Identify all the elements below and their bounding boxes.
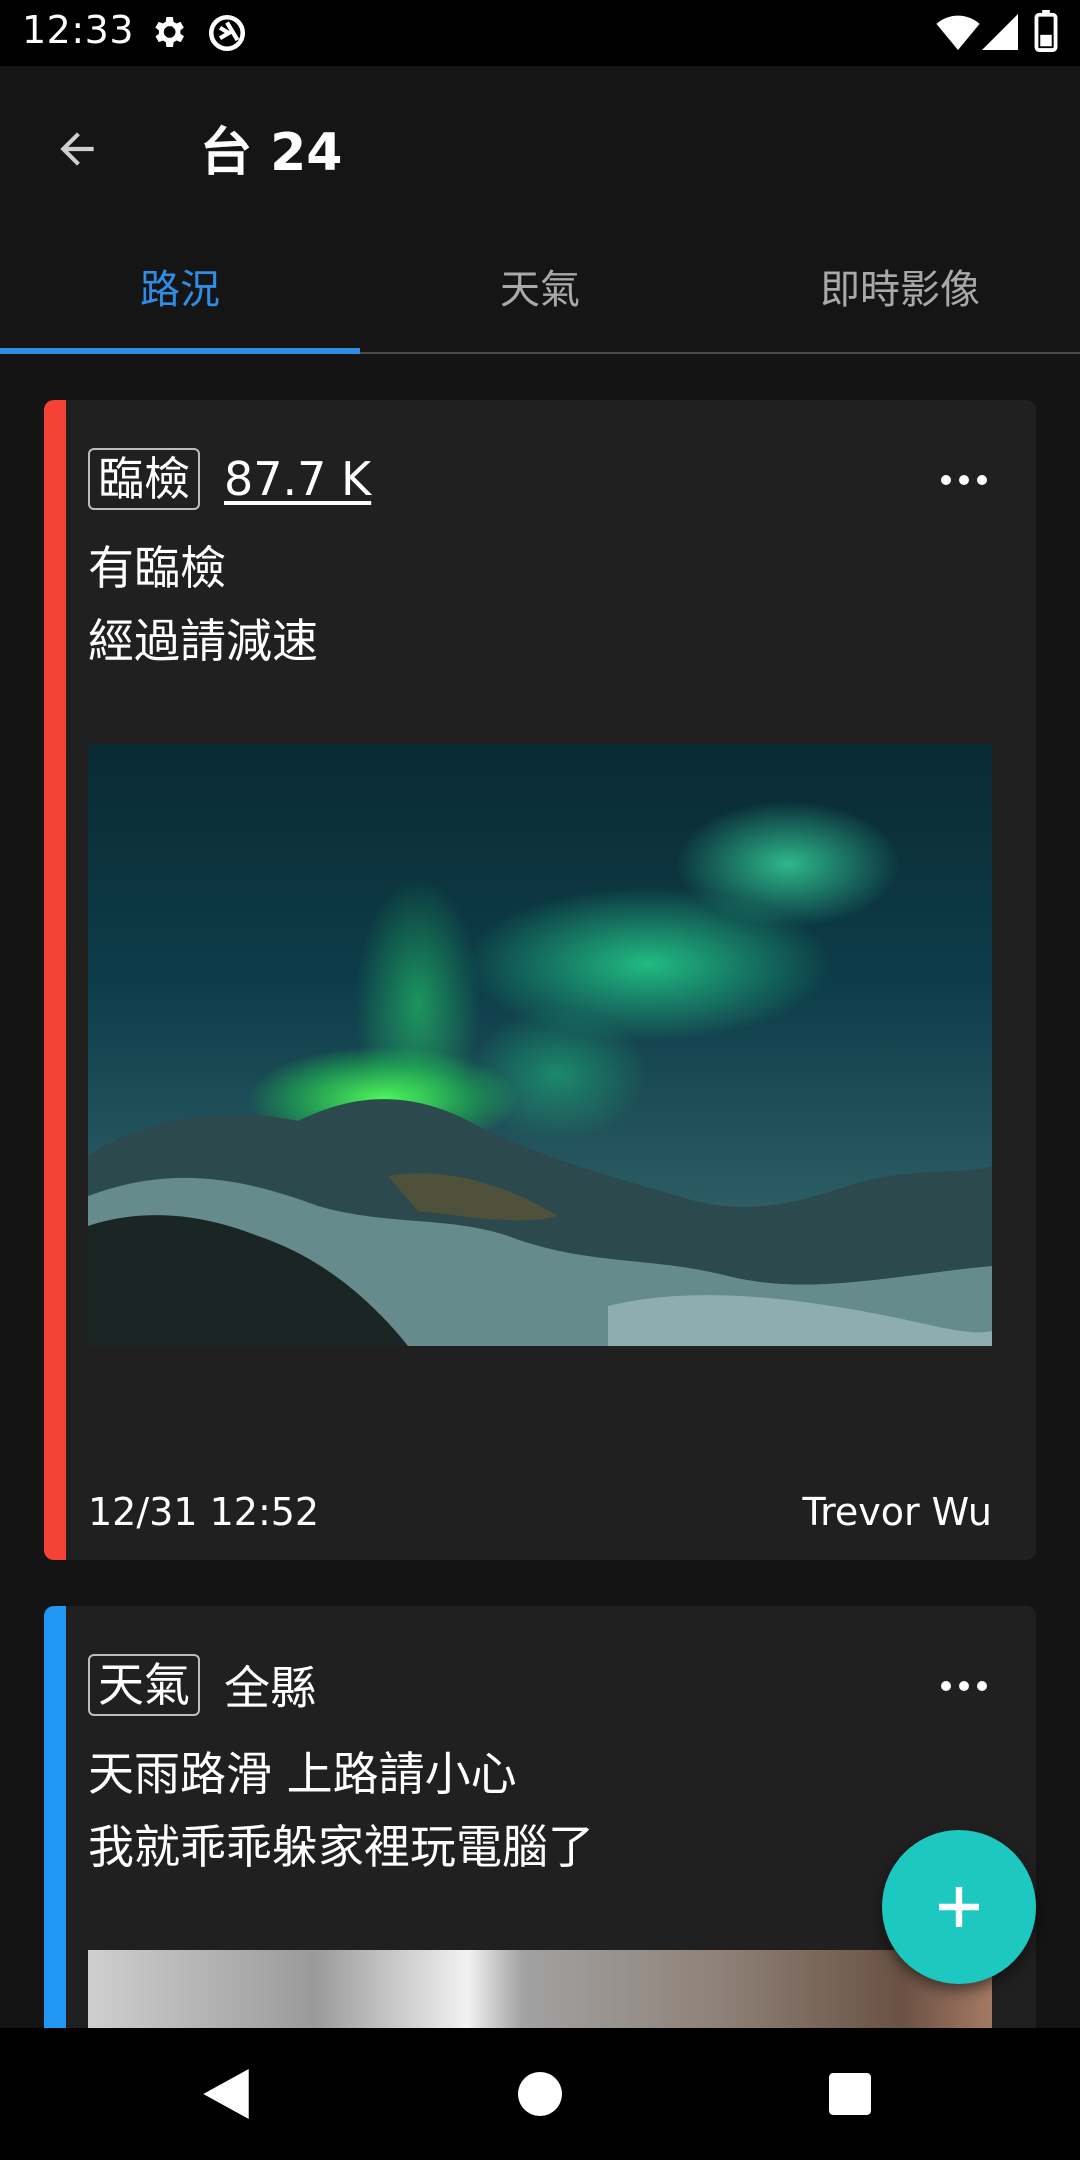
square-recents-icon: [829, 2073, 871, 2115]
category-tag: 天氣: [88, 1654, 200, 1716]
card-footer: 12/31 12:52 Trevor Wu: [88, 1490, 992, 1534]
card-header: 天氣 全縣: [88, 1650, 996, 1720]
more-horiz-icon: [941, 1681, 951, 1691]
tab-bar: 路況 天氣 即時影像: [0, 220, 1080, 354]
system-nav-bar: [0, 2028, 1080, 2160]
message-line: 有臨檢: [88, 541, 226, 595]
report-message: 天雨路滑 上路請小心 我就乖乖躲家裡玩電腦了: [88, 1738, 996, 1884]
wifi-icon: [936, 14, 980, 54]
triangle-back-icon: [203, 2069, 249, 2119]
status-time: 12:33: [22, 8, 135, 52]
add-report-button[interactable]: [882, 1830, 1036, 1984]
message-line: 經過請減速: [88, 614, 318, 668]
status-bar: 12:33: [0, 0, 1080, 66]
report-card[interactable]: 臨檢 87.7 K 有臨檢 經過請減速 12/31 12:52 Trevor W…: [44, 400, 1036, 1560]
page-title: 台 24: [200, 123, 343, 183]
more-options-button[interactable]: [932, 1656, 996, 1716]
report-author: Trevor Wu: [802, 1490, 992, 1534]
report-timestamp: 12/31 12:52: [88, 1490, 320, 1534]
report-photo[interactable]: [88, 1950, 992, 2028]
report-message: 有臨檢 經過請減速: [88, 532, 996, 678]
app-bar: 台 24: [0, 66, 1080, 220]
category-stripe: [44, 400, 66, 1560]
tab-road-conditions[interactable]: 路況: [0, 220, 360, 352]
location-link[interactable]: 87.7 K: [224, 452, 371, 506]
card-header: 臨檢 87.7 K: [88, 444, 996, 514]
circle-home-icon: [518, 2072, 562, 2116]
tab-live-camera[interactable]: 即時影像: [720, 220, 1080, 352]
settings-icon: [148, 12, 188, 56]
vpn-icon: [206, 12, 248, 58]
more-options-button[interactable]: [932, 450, 996, 510]
plus-icon: [939, 1887, 979, 1927]
message-line: 天雨路滑 上路請小心: [88, 1747, 517, 1801]
signal-icon: [982, 14, 1018, 54]
location-label: 全縣: [224, 1661, 316, 1715]
nav-back-button[interactable]: [194, 2062, 258, 2126]
nav-home-button[interactable]: [508, 2062, 572, 2126]
nav-recents-button[interactable]: [818, 2062, 882, 2126]
app-screen: 台 24 路況 天氣 即時影像 臨檢 87.7 K 有臨檢 經過請減速 12/3…: [0, 66, 1080, 2028]
message-line: 我就乖乖躲家裡玩電腦了: [88, 1820, 594, 1874]
more-horiz-icon: [941, 475, 951, 485]
back-button[interactable]: [40, 112, 114, 186]
category-tag: 臨檢: [88, 448, 200, 510]
tab-weather[interactable]: 天氣: [360, 220, 720, 352]
report-photo[interactable]: [88, 744, 992, 1346]
category-stripe: [44, 1606, 66, 2028]
battery-icon: [1034, 10, 1058, 56]
arrow-back-icon: [60, 132, 94, 166]
report-feed[interactable]: 臨檢 87.7 K 有臨檢 經過請減速 12/31 12:52 Trevor W…: [0, 354, 1080, 2028]
photo-mountains: [88, 1099, 992, 1346]
report-card[interactable]: 天氣 全縣 天雨路滑 上路請小心 我就乖乖躲家裡玩電腦了: [44, 1606, 1036, 2028]
